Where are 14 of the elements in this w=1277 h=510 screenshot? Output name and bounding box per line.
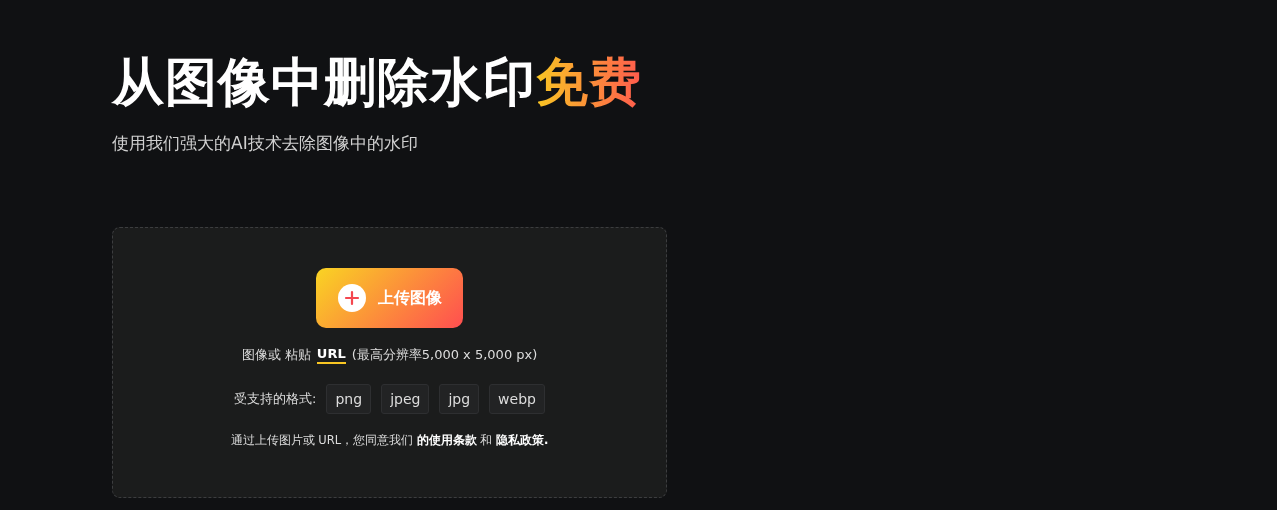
subtitle: 使用我们强大的AI技术去除图像中的水印	[112, 132, 419, 155]
terms-link[interactable]: 的使用条款	[416, 433, 477, 447]
format-tag: png	[326, 384, 372, 414]
format-tag: jpg	[439, 384, 480, 414]
privacy-link[interactable]: 隐私政策.	[496, 433, 549, 447]
page-title: 从图像中删除水印免费	[112, 51, 643, 114]
formats-label: 受支持的格式:	[234, 390, 317, 408]
paste-hint: 图像或 粘贴	[241, 346, 311, 364]
terms-notice: 通过上传图片或 URL，您同意我们 的使用条款 和 隐私政策.	[230, 433, 549, 448]
format-tag: webp	[489, 384, 545, 414]
resolution-limit: (最高分辨率5,000 x 5,000 px)	[351, 346, 538, 364]
plus-icon	[338, 284, 366, 312]
url-link[interactable]: URL	[316, 346, 346, 364]
format-tag: jpeg	[381, 384, 430, 414]
